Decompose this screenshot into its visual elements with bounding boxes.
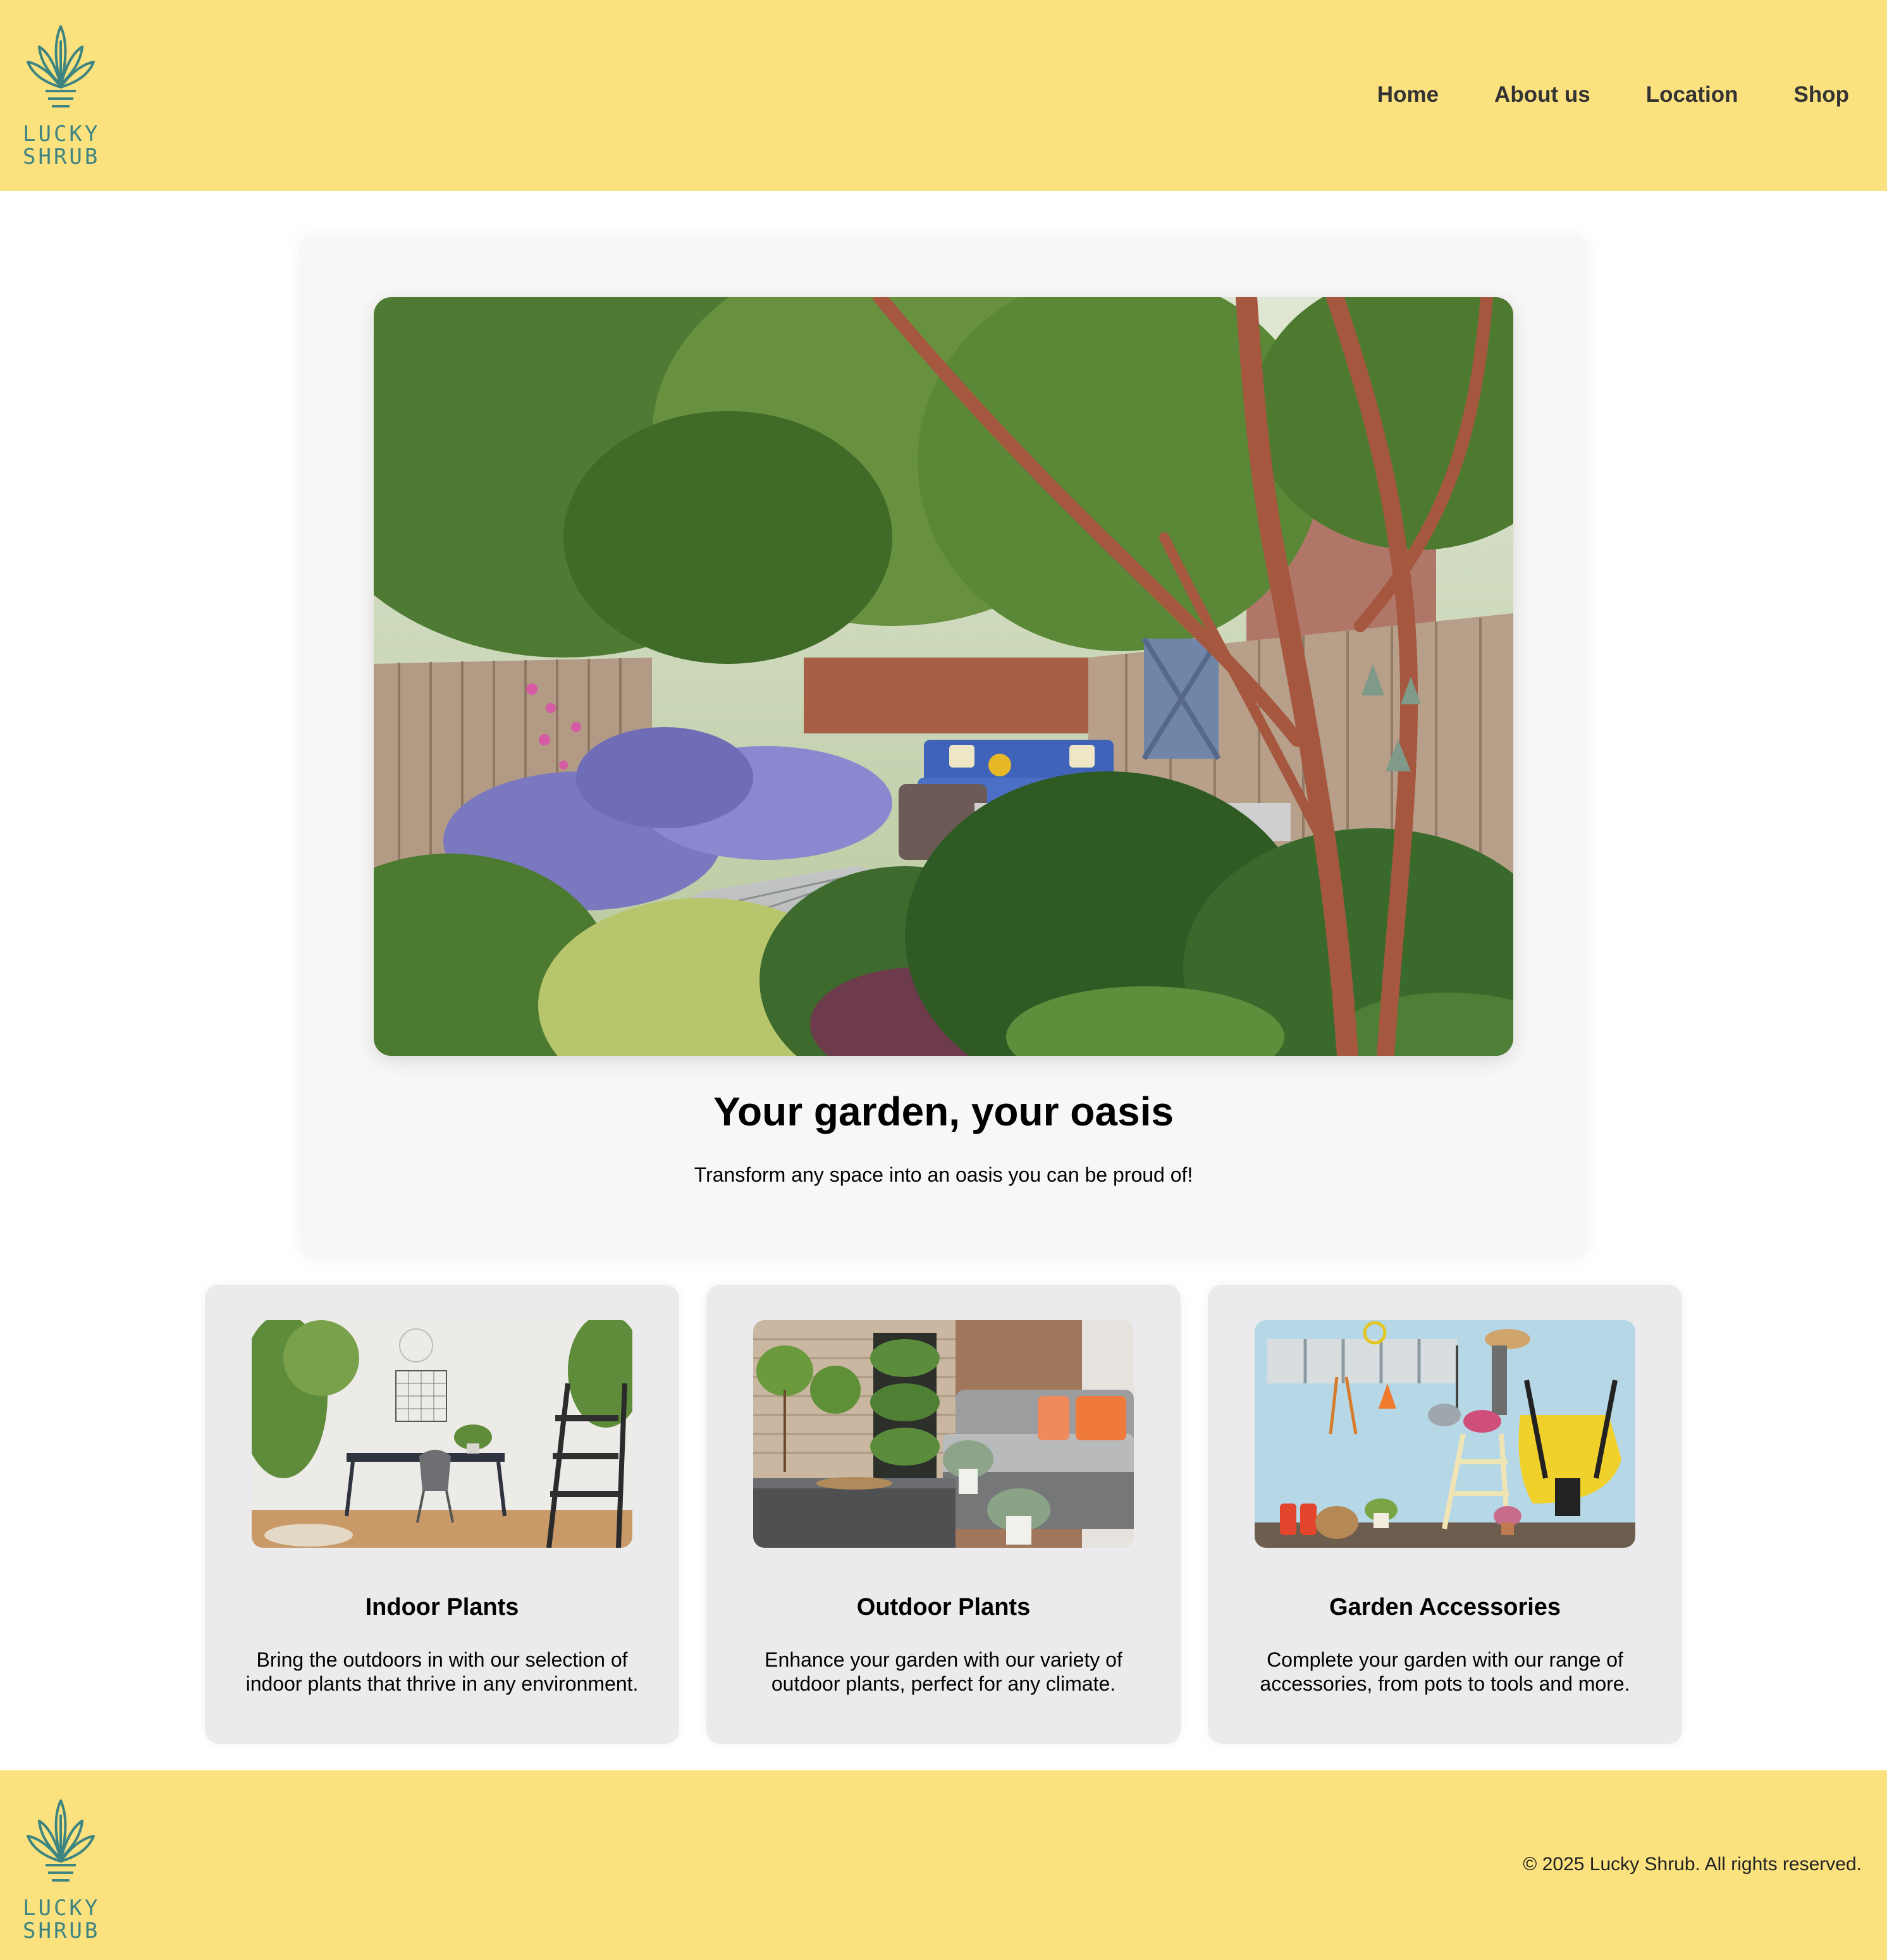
nav-shop[interactable]: Shop bbox=[1794, 77, 1849, 113]
card-title: Indoor Plants bbox=[365, 1594, 519, 1620]
category-card-indoor-plants[interactable]: Indoor Plants Bring the outdoors in with… bbox=[205, 1285, 679, 1744]
logo-line-1: LUCKY bbox=[23, 1896, 101, 1921]
logo[interactable]: LUCKY SHRUB bbox=[23, 21, 99, 171]
logo-line-1: LUCKY bbox=[23, 121, 101, 147]
card-description: Complete your garden with our range of a… bbox=[1260, 1648, 1630, 1695]
nav-location[interactable]: Location bbox=[1646, 77, 1738, 113]
logo-line-2: SHRUB bbox=[23, 144, 101, 169]
card-title: Garden Accessories bbox=[1329, 1594, 1561, 1620]
hero-title: Your garden, your oasis bbox=[713, 1089, 1174, 1134]
shrub-logo-icon bbox=[27, 1799, 95, 1882]
logo-text: LUCKY SHRUB bbox=[23, 1897, 99, 1942]
indoor-plants-image bbox=[252, 1320, 632, 1548]
card-description: Enhance your garden with our variety of … bbox=[765, 1648, 1122, 1695]
hero-subtitle: Transform any space into an oasis you ca… bbox=[694, 1163, 1193, 1186]
category-card-garden-accessories[interactable]: Garden Accessories Complete your garden … bbox=[1208, 1285, 1682, 1744]
copyright-text: © 2025 Lucky Shrub. All rights reserved. bbox=[1523, 1854, 1862, 1875]
footer-logo[interactable]: LUCKY SHRUB bbox=[23, 1796, 99, 1945]
outdoor-plants-image bbox=[753, 1320, 1134, 1548]
main-nav: Home About us Location Shop bbox=[1377, 77, 1849, 113]
garden-accessories-image bbox=[1255, 1320, 1635, 1548]
nav-about-us[interactable]: About us bbox=[1494, 77, 1590, 113]
logo-line-2: SHRUB bbox=[23, 1918, 101, 1944]
category-card-outdoor-plants[interactable]: Outdoor Plants Enhance your garden with … bbox=[706, 1285, 1181, 1744]
site-header: LUCKY SHRUB Home About us Location Shop bbox=[0, 0, 1887, 191]
logo-text: LUCKY SHRUB bbox=[23, 123, 99, 168]
card-title: Outdoor Plants bbox=[856, 1594, 1031, 1620]
hero-section: Your garden, your oasis Transform any sp… bbox=[299, 235, 1588, 1258]
card-description: Bring the outdoors in with our selection… bbox=[245, 1648, 639, 1695]
shrub-logo-icon bbox=[27, 25, 95, 107]
site-footer: LUCKY SHRUB © 2025 Lucky Shrub. All righ… bbox=[0, 1770, 1887, 1960]
nav-home[interactable]: Home bbox=[1377, 77, 1439, 113]
hero-garden-image bbox=[374, 297, 1513, 1056]
